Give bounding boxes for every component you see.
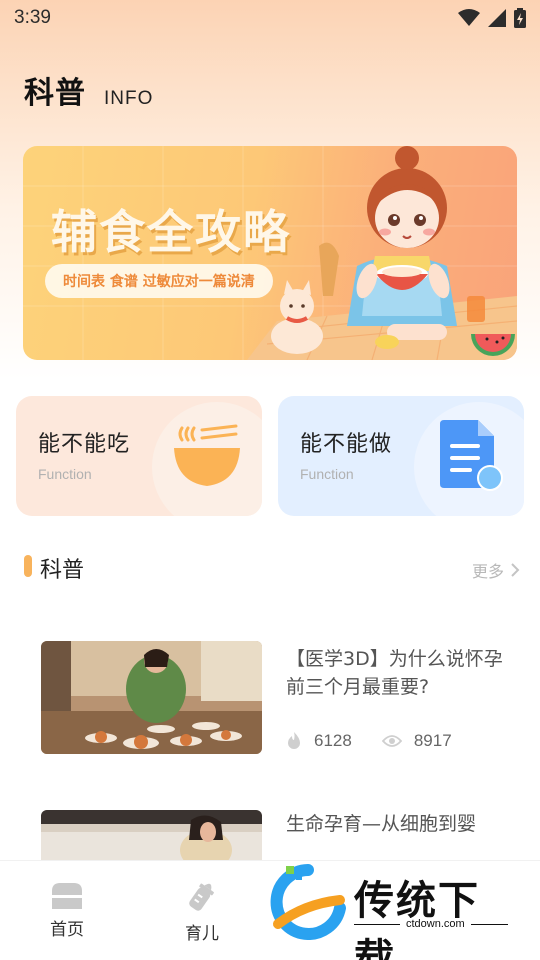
watermark-overlay: 传统下载 ctdown.com — [268, 862, 518, 960]
page-subtitle: INFO — [104, 88, 154, 109]
woman-on-sofa-photo — [41, 810, 262, 860]
article-item[interactable]: 【医学3D】为什么说怀孕前三个月最重要? 6128 8917 — [41, 641, 521, 761]
card-subtitle: Function — [300, 466, 354, 482]
status-icons — [458, 8, 526, 28]
science-section-header: 科普 更多 — [24, 552, 520, 583]
likes-stat: 6128 — [286, 731, 352, 751]
views-stat: 8917 — [381, 731, 452, 751]
can-i-eat-card[interactable]: 能不能吃 Function — [16, 396, 262, 516]
article-title: 生命孕育—从细胞到婴 — [286, 813, 477, 835]
battery-icon — [514, 8, 526, 28]
tab-parenting[interactable]: 育儿 — [162, 879, 242, 944]
watermark-brand: 传统下载 — [354, 878, 480, 960]
home-icon — [52, 883, 82, 909]
card-title: 能不能吃 — [38, 432, 131, 457]
ctdown-logo — [270, 864, 346, 940]
can-i-do-card[interactable]: 能不能做 Function — [278, 396, 524, 516]
noodle-bowl-icon — [174, 424, 240, 486]
tab-label: 首页 — [50, 920, 84, 940]
more-link[interactable]: 更多 — [472, 558, 520, 582]
wifi-icon — [458, 9, 480, 26]
chevron-right-icon — [511, 563, 520, 577]
flame-icon — [288, 732, 300, 749]
feeding-guide-banner[interactable]: 辅食全攻略 时间表 食谱 过敏应对一篇说清 — [23, 146, 517, 360]
article-thumbnail — [41, 810, 262, 860]
article-title: 【医学3D】为什么说怀孕前三个月最重要? — [286, 648, 503, 698]
watermark-url: ctdown.com — [400, 918, 471, 930]
article-item[interactable]: 生命孕育—从细胞到婴 — [41, 810, 521, 860]
tab-label: 育儿 — [185, 924, 219, 944]
eye-icon — [381, 735, 402, 747]
article-stats: 6128 8917 — [286, 731, 482, 751]
card-title: 能不能做 — [300, 432, 393, 457]
page-title: 科普 — [24, 76, 86, 111]
pregnant-woman-dining-photo — [41, 641, 262, 754]
likes-count: 6128 — [314, 731, 352, 750]
article-thumbnail — [41, 641, 262, 754]
card-subtitle: Function — [38, 466, 92, 482]
section-title: 科普 — [40, 558, 85, 583]
baby-bottle-icon — [189, 883, 214, 911]
banner-tagline: 时间表 食谱 过敏应对一篇说清 — [45, 264, 273, 298]
document-icon — [440, 420, 503, 491]
status-time: 3:39 — [14, 7, 51, 28]
girl-eating-illustration — [247, 146, 517, 360]
more-label: 更多 — [471, 562, 504, 581]
page-header: 科普 INFO — [24, 68, 153, 112]
tab-home[interactable]: 首页 — [27, 879, 107, 940]
status-bar: 3:39 — [0, 0, 540, 36]
section-marker — [24, 555, 32, 577]
cellular-signal-icon — [488, 9, 506, 27]
views-count: 8917 — [413, 731, 452, 750]
